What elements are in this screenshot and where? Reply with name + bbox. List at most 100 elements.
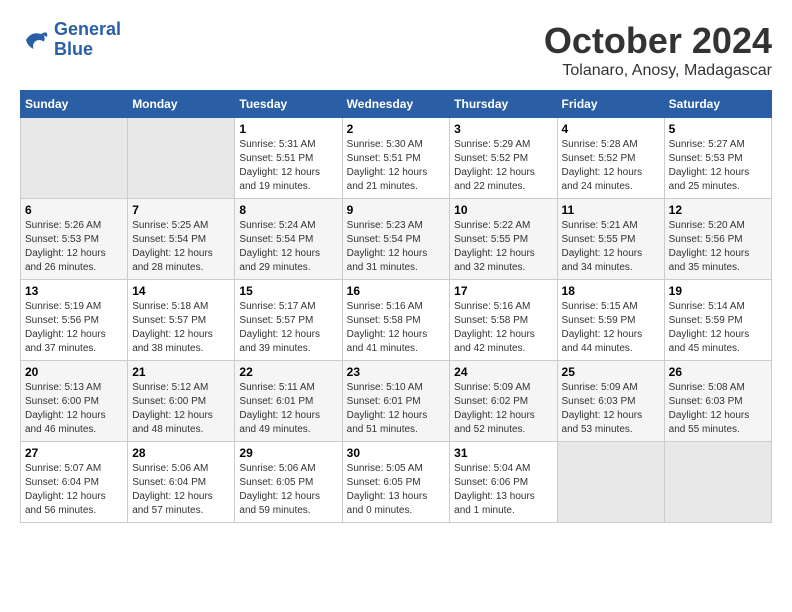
day-info: Sunrise: 5:05 AMSunset: 6:05 PMDaylight:…	[347, 462, 446, 518]
day-number: 8	[239, 203, 337, 217]
day-info: Sunrise: 5:25 AMSunset: 5:54 PMDaylight:…	[132, 219, 230, 275]
calendar-cell: 4 Sunrise: 5:28 AMSunset: 5:52 PMDaylight…	[557, 118, 664, 199]
calendar-cell: 15 Sunrise: 5:17 AMSunset: 5:57 PMDayligh…	[235, 280, 342, 361]
day-number: 2	[347, 122, 446, 136]
day-number: 10	[454, 203, 552, 217]
day-number: 7	[132, 203, 230, 217]
day-info: Sunrise: 5:22 AMSunset: 5:55 PMDaylight:…	[454, 219, 552, 275]
calendar-cell: 9Sunrise: 5:23 AMSunset: 5:54 PMDaylight…	[342, 199, 450, 280]
calendar-cell: 20Sunrise: 5:13 AMSunset: 6:00 PMDayligh…	[21, 361, 128, 442]
day-info: Sunrise: 5:28 AMSunset: 5:52 PMDaylight:…	[562, 138, 660, 194]
page-header: General Blue October 2024 Tolanaro, Anos…	[20, 20, 772, 80]
day-info: Sunrise: 5:12 AMSunset: 6:00 PMDaylight:…	[132, 381, 230, 437]
week-row-1: 1Sunrise: 5:31 AMSunset: 5:51 PMDaylight…	[21, 118, 772, 199]
day-number: 24	[454, 365, 552, 379]
day-number: 6	[25, 203, 123, 217]
calendar-cell: 2 Sunrise: 5:30 AMSunset: 5:51 PMDaylight…	[342, 118, 450, 199]
calendar-cell: 30 Sunrise: 5:05 AMSunset: 6:05 PMDayligh…	[342, 442, 450, 523]
day-number: 23	[347, 365, 446, 379]
weekday-header-row: SundayMondayTuesdayWednesdayThursdayFrid…	[21, 91, 772, 118]
calendar-cell: 16Sunrise: 5:16 AMSunset: 5:58 PMDayligh…	[342, 280, 450, 361]
day-number: 30	[347, 446, 446, 460]
day-info: Sunrise: 5:08 AMSunset: 6:03 PMDaylight:…	[669, 381, 767, 437]
week-row-5: 27 Sunrise: 5:07 AMSunset: 6:04 PMDayligh…	[21, 442, 772, 523]
day-info: Sunrise: 5:06 AMSunset: 6:04 PMDaylight:…	[132, 462, 230, 518]
weekday-header-saturday: Saturday	[664, 91, 771, 118]
calendar-cell: 31Sunrise: 5:04 AMSunset: 6:06 PMDayligh…	[450, 442, 557, 523]
calendar-cell: 28 Sunrise: 5:06 AMSunset: 6:04 PMDayligh…	[128, 442, 235, 523]
weekday-header-tuesday: Tuesday	[235, 91, 342, 118]
day-info: Sunrise: 5:30 AMSunset: 5:51 PMDaylight:…	[347, 138, 446, 194]
title-block: October 2024 Tolanaro, Anosy, Madagascar	[544, 20, 772, 80]
logo-icon	[20, 25, 50, 55]
calendar-cell: 25 Sunrise: 5:09 AMSunset: 6:03 PMDayligh…	[557, 361, 664, 442]
weekday-header-friday: Friday	[557, 91, 664, 118]
calendar-cell: 1Sunrise: 5:31 AMSunset: 5:51 PMDaylight…	[235, 118, 342, 199]
weekday-header-thursday: Thursday	[450, 91, 557, 118]
day-number: 11	[562, 203, 660, 217]
day-number: 4	[562, 122, 660, 136]
calendar-cell: 11Sunrise: 5:21 AMSunset: 5:55 PMDayligh…	[557, 199, 664, 280]
calendar-cell: 24 Sunrise: 5:09 AMSunset: 6:02 PMDayligh…	[450, 361, 557, 442]
day-number: 20	[25, 365, 123, 379]
day-number: 25	[562, 365, 660, 379]
day-info: Sunrise: 5:19 AMSunset: 5:56 PMDaylight:…	[25, 300, 123, 356]
day-number: 14	[132, 284, 230, 298]
calendar-cell: 26 Sunrise: 5:08 AMSunset: 6:03 PMDayligh…	[664, 361, 771, 442]
day-info: Sunrise: 5:09 AMSunset: 6:03 PMDaylight:…	[562, 381, 660, 437]
day-info: Sunrise: 5:10 AMSunset: 6:01 PMDaylight:…	[347, 381, 446, 437]
day-info: Sunrise: 5:16 AMSunset: 5:58 PMDaylight:…	[347, 300, 446, 356]
calendar-cell	[664, 442, 771, 523]
week-row-2: 6Sunrise: 5:26 AMSunset: 5:53 PMDaylight…	[21, 199, 772, 280]
day-info: Sunrise: 5:09 AMSunset: 6:02 PMDaylight:…	[454, 381, 552, 437]
week-row-3: 13 Sunrise: 5:19 AMSunset: 5:56 PMDayligh…	[21, 280, 772, 361]
day-number: 12	[669, 203, 767, 217]
day-number: 26	[669, 365, 767, 379]
calendar-cell: 5Sunrise: 5:27 AMSunset: 5:53 PMDaylight…	[664, 118, 771, 199]
location-title: Tolanaro, Anosy, Madagascar	[544, 62, 772, 80]
day-info: Sunrise: 5:18 AMSunset: 5:57 PMDaylight:…	[132, 300, 230, 356]
logo-text: General Blue	[54, 20, 121, 60]
day-info: Sunrise: 5:11 AMSunset: 6:01 PMDaylight:…	[239, 381, 337, 437]
calendar-cell: 13 Sunrise: 5:19 AMSunset: 5:56 PMDayligh…	[21, 280, 128, 361]
calendar-cell: 19Sunrise: 5:14 AMSunset: 5:59 PMDayligh…	[664, 280, 771, 361]
calendar-cell: 8Sunrise: 5:24 AMSunset: 5:54 PMDaylight…	[235, 199, 342, 280]
day-info: Sunrise: 5:31 AMSunset: 5:51 PMDaylight:…	[239, 138, 337, 194]
day-info: Sunrise: 5:15 AMSunset: 5:59 PMDaylight:…	[562, 300, 660, 356]
weekday-header-sunday: Sunday	[21, 91, 128, 118]
logo: General Blue	[20, 20, 121, 60]
calendar-cell: 10 Sunrise: 5:22 AMSunset: 5:55 PMDayligh…	[450, 199, 557, 280]
calendar-table: SundayMondayTuesdayWednesdayThursdayFrid…	[20, 90, 772, 523]
week-row-4: 20Sunrise: 5:13 AMSunset: 6:00 PMDayligh…	[21, 361, 772, 442]
day-info: Sunrise: 5:07 AMSunset: 6:04 PMDaylight:…	[25, 462, 123, 518]
day-number: 28	[132, 446, 230, 460]
day-number: 13	[25, 284, 123, 298]
day-info: Sunrise: 5:29 AMSunset: 5:52 PMDaylight:…	[454, 138, 552, 194]
day-number: 22	[239, 365, 337, 379]
day-number: 31	[454, 446, 552, 460]
calendar-cell: 29Sunrise: 5:06 AMSunset: 6:05 PMDayligh…	[235, 442, 342, 523]
day-number: 15	[239, 284, 337, 298]
calendar-cell: 22 Sunrise: 5:11 AMSunset: 6:01 PMDayligh…	[235, 361, 342, 442]
calendar-cell: 12 Sunrise: 5:20 AMSunset: 5:56 PMDayligh…	[664, 199, 771, 280]
calendar-cell: 6Sunrise: 5:26 AMSunset: 5:53 PMDaylight…	[21, 199, 128, 280]
day-info: Sunrise: 5:27 AMSunset: 5:53 PMDaylight:…	[669, 138, 767, 194]
day-info: Sunrise: 5:20 AMSunset: 5:56 PMDaylight:…	[669, 219, 767, 275]
calendar-cell: 14 Sunrise: 5:18 AMSunset: 5:57 PMDayligh…	[128, 280, 235, 361]
day-number: 27	[25, 446, 123, 460]
month-title: October 2024	[544, 20, 772, 62]
weekday-header-monday: Monday	[128, 91, 235, 118]
calendar-cell	[557, 442, 664, 523]
day-number: 9	[347, 203, 446, 217]
day-info: Sunrise: 5:17 AMSunset: 5:57 PMDaylight:…	[239, 300, 337, 356]
day-number: 17	[454, 284, 552, 298]
calendar-cell: 3 Sunrise: 5:29 AMSunset: 5:52 PMDaylight…	[450, 118, 557, 199]
day-number: 29	[239, 446, 337, 460]
calendar-cell: 17 Sunrise: 5:16 AMSunset: 5:58 PMDayligh…	[450, 280, 557, 361]
calendar-cell: 23 Sunrise: 5:10 AMSunset: 6:01 PMDayligh…	[342, 361, 450, 442]
day-number: 18	[562, 284, 660, 298]
day-number: 3	[454, 122, 552, 136]
day-info: Sunrise: 5:16 AMSunset: 5:58 PMDaylight:…	[454, 300, 552, 356]
day-info: Sunrise: 5:14 AMSunset: 5:59 PMDaylight:…	[669, 300, 767, 356]
calendar-cell: 18 Sunrise: 5:15 AMSunset: 5:59 PMDayligh…	[557, 280, 664, 361]
